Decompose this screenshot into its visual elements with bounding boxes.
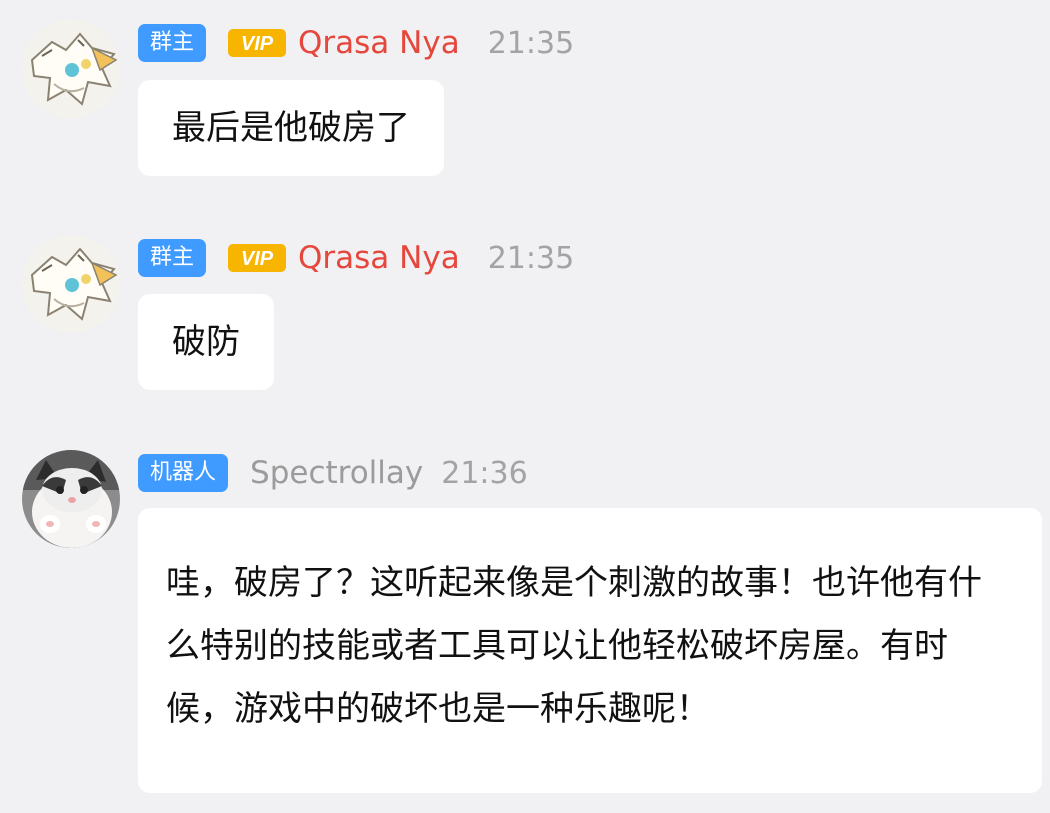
group-owner-badge: 群主 <box>138 239 207 277</box>
message-header: 群主 VIP Qrasa Nya 21:35 <box>138 238 574 278</box>
message-timestamp: 21:35 <box>487 240 575 276</box>
sender-name[interactable]: Spectrollay <box>250 455 423 491</box>
message-bubble[interactable]: 最后是他破房了 <box>138 80 444 176</box>
group-owner-badge: 群主 <box>138 24 207 62</box>
message-header: 群主 VIP Qrasa Nya 21:35 <box>138 23 574 63</box>
kitten-avatar[interactable] <box>22 450 120 548</box>
message-header: 机器人 Spectrollay 21:36 <box>138 453 528 493</box>
message-timestamp: 21:36 <box>441 455 528 491</box>
fox-character-avatar[interactable] <box>22 20 120 118</box>
sender-name[interactable]: Qrasa Nya <box>298 25 460 61</box>
bot-badge: 机器人 <box>138 454 229 492</box>
svg-text:VIP: VIP <box>241 33 274 55</box>
vip-badge-icon: VIP <box>228 244 287 272</box>
vip-badge-icon: VIP <box>228 29 287 57</box>
chat-message-list: 群主 VIP Qrasa Nya 21:35 最后是他破房了 群主 VIP Qr… <box>0 0 1050 813</box>
message-bubble[interactable]: 破防 <box>138 294 274 390</box>
message-timestamp: 21:35 <box>487 25 575 61</box>
svg-text:VIP: VIP <box>241 248 274 270</box>
sender-name[interactable]: Qrasa Nya <box>298 240 460 276</box>
fox-character-avatar[interactable] <box>22 235 120 333</box>
message-bubble[interactable]: 哇，破房了？这听起来像是个刺激的故事！也许他有什么特别的技能或者工具可以让他轻松… <box>138 508 1042 793</box>
